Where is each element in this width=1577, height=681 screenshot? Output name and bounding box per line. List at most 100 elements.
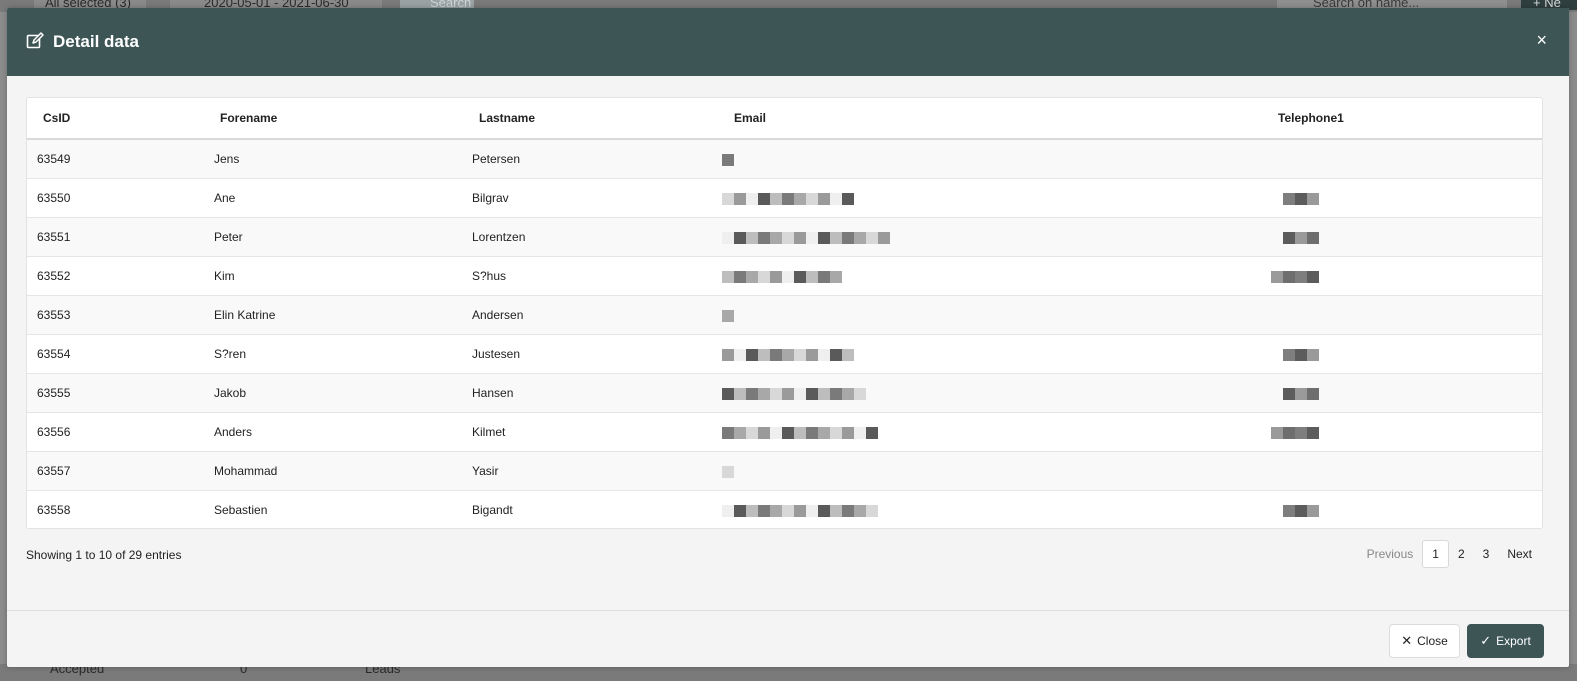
redaction-pixel bbox=[1295, 349, 1307, 361]
cell-lastname: Lorentzen bbox=[472, 230, 526, 244]
redaction-pixel bbox=[722, 232, 734, 244]
cell-csid: 63553 bbox=[37, 308, 71, 322]
close-button-label: Close bbox=[1417, 634, 1448, 648]
redaction-pixel bbox=[746, 232, 758, 244]
modal-header: Detail data × bbox=[7, 8, 1569, 76]
redaction-pixel bbox=[734, 427, 746, 439]
cell-lastname: S?hus bbox=[472, 269, 507, 283]
redacted-telephone bbox=[1283, 388, 1319, 400]
pagination-page-1[interactable]: 1 bbox=[1422, 540, 1449, 568]
pagination-page-3[interactable]: 3 bbox=[1474, 540, 1499, 568]
column-header-telephone1[interactable]: Telephone1 bbox=[1278, 111, 1344, 125]
export-button[interactable]: ✓ Export bbox=[1467, 624, 1544, 658]
table-row: 63556 Anders Kilmet bbox=[27, 413, 1542, 452]
table-row: 63557 Mohammad Yasir bbox=[27, 452, 1542, 491]
redacted-email bbox=[722, 232, 890, 244]
redaction-pixel bbox=[734, 349, 746, 361]
redaction-pixel bbox=[842, 388, 854, 400]
redaction-pixel bbox=[722, 505, 734, 517]
redaction-pixel bbox=[794, 427, 806, 439]
redaction-pixel bbox=[722, 271, 734, 283]
cell-lastname: Bilgrav bbox=[472, 191, 509, 205]
detail-data-modal: Detail data × CsID Forename Lastname Ema… bbox=[7, 8, 1569, 667]
cell-csid: 63557 bbox=[37, 464, 71, 478]
redacted-email bbox=[722, 505, 878, 517]
redaction-pixel bbox=[1307, 427, 1319, 439]
redaction-pixel bbox=[782, 349, 794, 361]
redacted-telephone bbox=[1283, 193, 1319, 205]
pagination-next[interactable]: Next bbox=[1498, 540, 1541, 568]
redaction-pixel bbox=[830, 193, 842, 205]
cell-csid: 63555 bbox=[37, 386, 71, 400]
redacted-email bbox=[722, 271, 842, 283]
cell-lastname: Yasir bbox=[472, 464, 499, 478]
redacted-email bbox=[722, 466, 734, 478]
table-row: 63554 S?ren Justesen bbox=[27, 335, 1542, 374]
redacted-email bbox=[722, 349, 854, 361]
cell-forename: Ane bbox=[214, 191, 236, 205]
redaction-pixel bbox=[770, 388, 782, 400]
close-icon: ✕ bbox=[1401, 633, 1413, 648]
table-info: Showing 1 to 10 of 29 entries bbox=[26, 548, 182, 562]
column-header-forename[interactable]: Forename bbox=[220, 111, 277, 125]
redaction-pixel bbox=[782, 271, 794, 283]
redaction-pixel bbox=[1283, 271, 1295, 283]
pagination-previous[interactable]: Previous bbox=[1358, 540, 1423, 568]
cell-forename: Kim bbox=[214, 269, 235, 283]
redaction-pixel bbox=[782, 232, 794, 244]
redaction-pixel bbox=[722, 310, 734, 322]
cell-csid: 63550 bbox=[37, 191, 71, 205]
close-button[interactable]: ✕ Close bbox=[1389, 624, 1460, 658]
redaction-pixel bbox=[758, 232, 770, 244]
detail-table: CsID Forename Lastname Email Telephone1 … bbox=[26, 97, 1543, 529]
table-row: 63549 Jens Petersen bbox=[27, 140, 1542, 179]
cell-forename: Jakob bbox=[214, 386, 247, 400]
column-header-lastname[interactable]: Lastname bbox=[479, 111, 535, 125]
redaction-pixel bbox=[866, 505, 878, 517]
modal-close-icon[interactable]: × bbox=[1536, 30, 1547, 50]
redaction-pixel bbox=[818, 349, 830, 361]
redaction-pixel bbox=[818, 388, 830, 400]
cell-forename: S?ren bbox=[214, 347, 247, 361]
redaction-pixel bbox=[758, 271, 770, 283]
redaction-pixel bbox=[770, 271, 782, 283]
cell-csid: 63558 bbox=[37, 503, 71, 517]
cell-forename: Peter bbox=[214, 230, 243, 244]
cell-csid: 63554 bbox=[37, 347, 71, 361]
cell-forename: Jens bbox=[214, 152, 240, 166]
table-header: CsID Forename Lastname Email Telephone1 bbox=[27, 98, 1542, 140]
redaction-pixel bbox=[734, 271, 746, 283]
cell-csid: 63556 bbox=[37, 425, 71, 439]
redaction-pixel bbox=[854, 388, 866, 400]
column-header-csid[interactable]: CsID bbox=[43, 111, 70, 125]
cell-forename: Elin Katrine bbox=[214, 308, 276, 322]
redacted-telephone bbox=[1283, 349, 1319, 361]
redaction-pixel bbox=[842, 349, 854, 361]
redaction-pixel bbox=[794, 505, 806, 517]
redacted-telephone bbox=[1271, 271, 1319, 283]
redaction-pixel bbox=[782, 427, 794, 439]
redaction-pixel bbox=[818, 271, 830, 283]
redaction-pixel bbox=[830, 271, 842, 283]
table-row: 63552 Kim S?hus bbox=[27, 257, 1542, 296]
redaction-pixel bbox=[782, 193, 794, 205]
redaction-pixel bbox=[1307, 193, 1319, 205]
redaction-pixel bbox=[818, 427, 830, 439]
redaction-pixel bbox=[746, 388, 758, 400]
redaction-pixel bbox=[818, 232, 830, 244]
column-header-email[interactable]: Email bbox=[734, 111, 766, 125]
redaction-pixel bbox=[842, 232, 854, 244]
redacted-email bbox=[722, 154, 734, 166]
table-row: 63550 Ane Bilgrav bbox=[27, 179, 1542, 218]
modal-footer-divider bbox=[7, 610, 1569, 611]
redaction-pixel bbox=[746, 193, 758, 205]
redaction-pixel bbox=[1295, 271, 1307, 283]
redaction-pixel bbox=[818, 505, 830, 517]
check-icon: ✓ bbox=[1480, 633, 1492, 648]
redaction-pixel bbox=[806, 232, 818, 244]
redaction-pixel bbox=[1307, 505, 1319, 517]
redaction-pixel bbox=[806, 271, 818, 283]
cell-lastname: Justesen bbox=[472, 347, 521, 361]
pagination-page-2[interactable]: 2 bbox=[1449, 540, 1474, 568]
redaction-pixel bbox=[830, 388, 842, 400]
